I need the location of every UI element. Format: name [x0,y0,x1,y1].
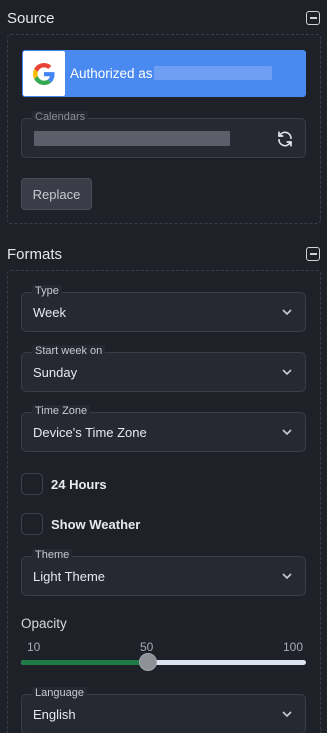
chevron-down-icon [282,309,292,316]
google-button-label: Authorized as [70,66,153,81]
theme-label: Theme [32,549,73,562]
type-value: Week [33,305,66,320]
formats-header: Formats [0,242,327,268]
chevron-down-icon [282,711,292,718]
language-select[interactable]: Language English [21,687,306,733]
language-label: Language [32,687,87,700]
time-zone-label: Time Zone [32,405,91,418]
type-label: Type [32,285,62,298]
calendars-field[interactable]: Calendars [21,111,306,158]
hours24-checkbox[interactable] [21,473,43,495]
weather-label: Show Weather [51,517,141,532]
refresh-icon[interactable] [276,130,294,148]
formats-title: Formats [7,246,63,263]
redacted-account-email [154,66,272,80]
opacity-slider-fill [21,660,149,665]
calendars-label: Calendars [32,111,89,124]
source-header: Source [0,6,327,32]
type-select[interactable]: Type Week [21,285,306,332]
formats-collapse-icon[interactable] [306,247,320,261]
language-value: English [33,707,76,722]
replace-button[interactable]: Replace [21,178,92,210]
opacity-min-label: 10 [27,640,41,654]
opacity-max-label: 100 [283,640,304,654]
time-zone-value: Device's Time Zone [33,425,147,440]
google-logo-icon [23,51,65,96]
hours24-label: 24 Hours [51,477,107,492]
opacity-slider-track[interactable] [21,660,306,665]
time-zone-select[interactable]: Time Zone Device's Time Zone [21,405,306,452]
chevron-down-icon [282,573,292,580]
chevron-down-icon [282,369,292,376]
start-week-label: Start week on [32,345,106,358]
theme-value: Light Theme [33,569,106,584]
opacity-mid-label: 50 [140,640,154,654]
start-week-select[interactable]: Start week on Sunday [21,345,306,392]
theme-select[interactable]: Theme Light Theme [21,549,306,596]
google-authorized-button[interactable]: Authorized as [22,50,306,97]
opacity-label: Opacity [21,616,67,631]
source-title: Source [7,10,55,27]
redacted-calendar-list [34,131,230,146]
weather-checkbox[interactable] [21,513,43,535]
source-collapse-icon[interactable] [306,11,320,25]
start-week-value: Sunday [33,365,78,380]
chevron-down-icon [282,429,292,436]
